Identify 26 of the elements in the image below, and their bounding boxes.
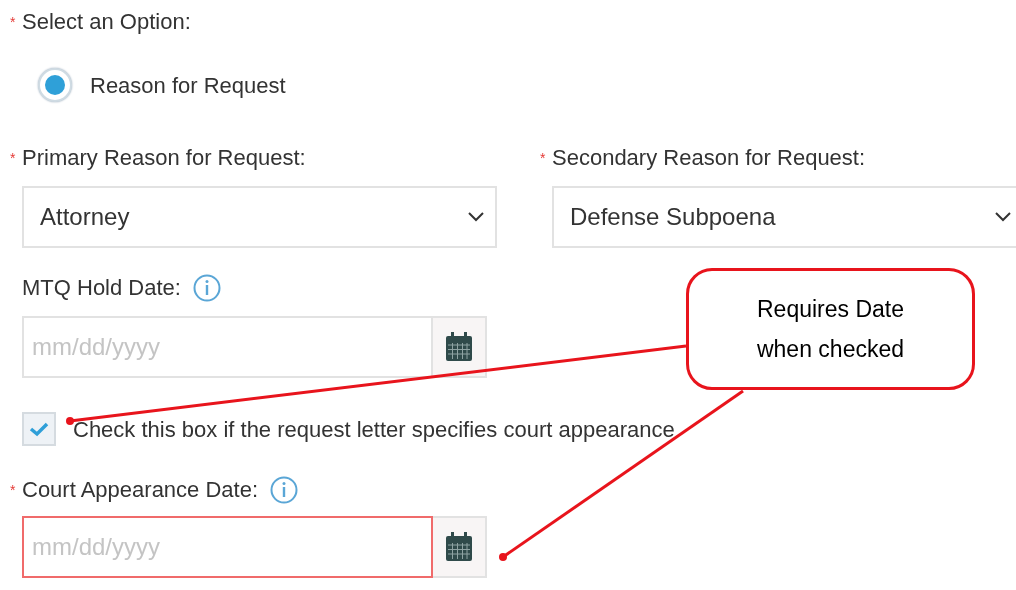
calendar-button[interactable] xyxy=(433,516,487,578)
checkbox-label[interactable]: Check this box if the request letter specifies court appearance xyxy=(73,412,675,446)
field-label: Court Appearance Date: xyxy=(22,476,259,504)
field-label: Select an Option: xyxy=(22,8,191,36)
required-mark: * xyxy=(540,150,546,166)
radio-button[interactable] xyxy=(38,68,72,102)
date-input[interactable]: mm/dd/yyyy xyxy=(22,516,433,578)
select-field[interactable]: Attorney xyxy=(22,186,497,248)
calendar-button[interactable] xyxy=(433,316,487,378)
callout-text: Requires Date when checked xyxy=(755,295,905,364)
required-mark: * xyxy=(10,150,16,166)
calendar-icon xyxy=(445,532,473,562)
radio-label[interactable]: Reason for Request xyxy=(90,68,286,102)
info-icon[interactable] xyxy=(270,476,299,504)
chevron-down-icon xyxy=(994,211,1012,223)
checkbox[interactable] xyxy=(22,412,56,446)
info-icon[interactable] xyxy=(192,274,221,302)
checkmark-icon xyxy=(29,421,49,437)
chevron-down-icon xyxy=(467,211,485,223)
field-label: Primary Reason for Request: xyxy=(22,144,306,172)
required-mark: * xyxy=(10,14,16,30)
field-label: Secondary Reason for Request: xyxy=(552,144,866,172)
required-mark: * xyxy=(10,482,16,498)
select-field[interactable]: Defense Subpoena xyxy=(552,186,1016,248)
calendar-icon xyxy=(445,332,473,362)
field-label: MTQ Hold Date: xyxy=(22,274,181,302)
